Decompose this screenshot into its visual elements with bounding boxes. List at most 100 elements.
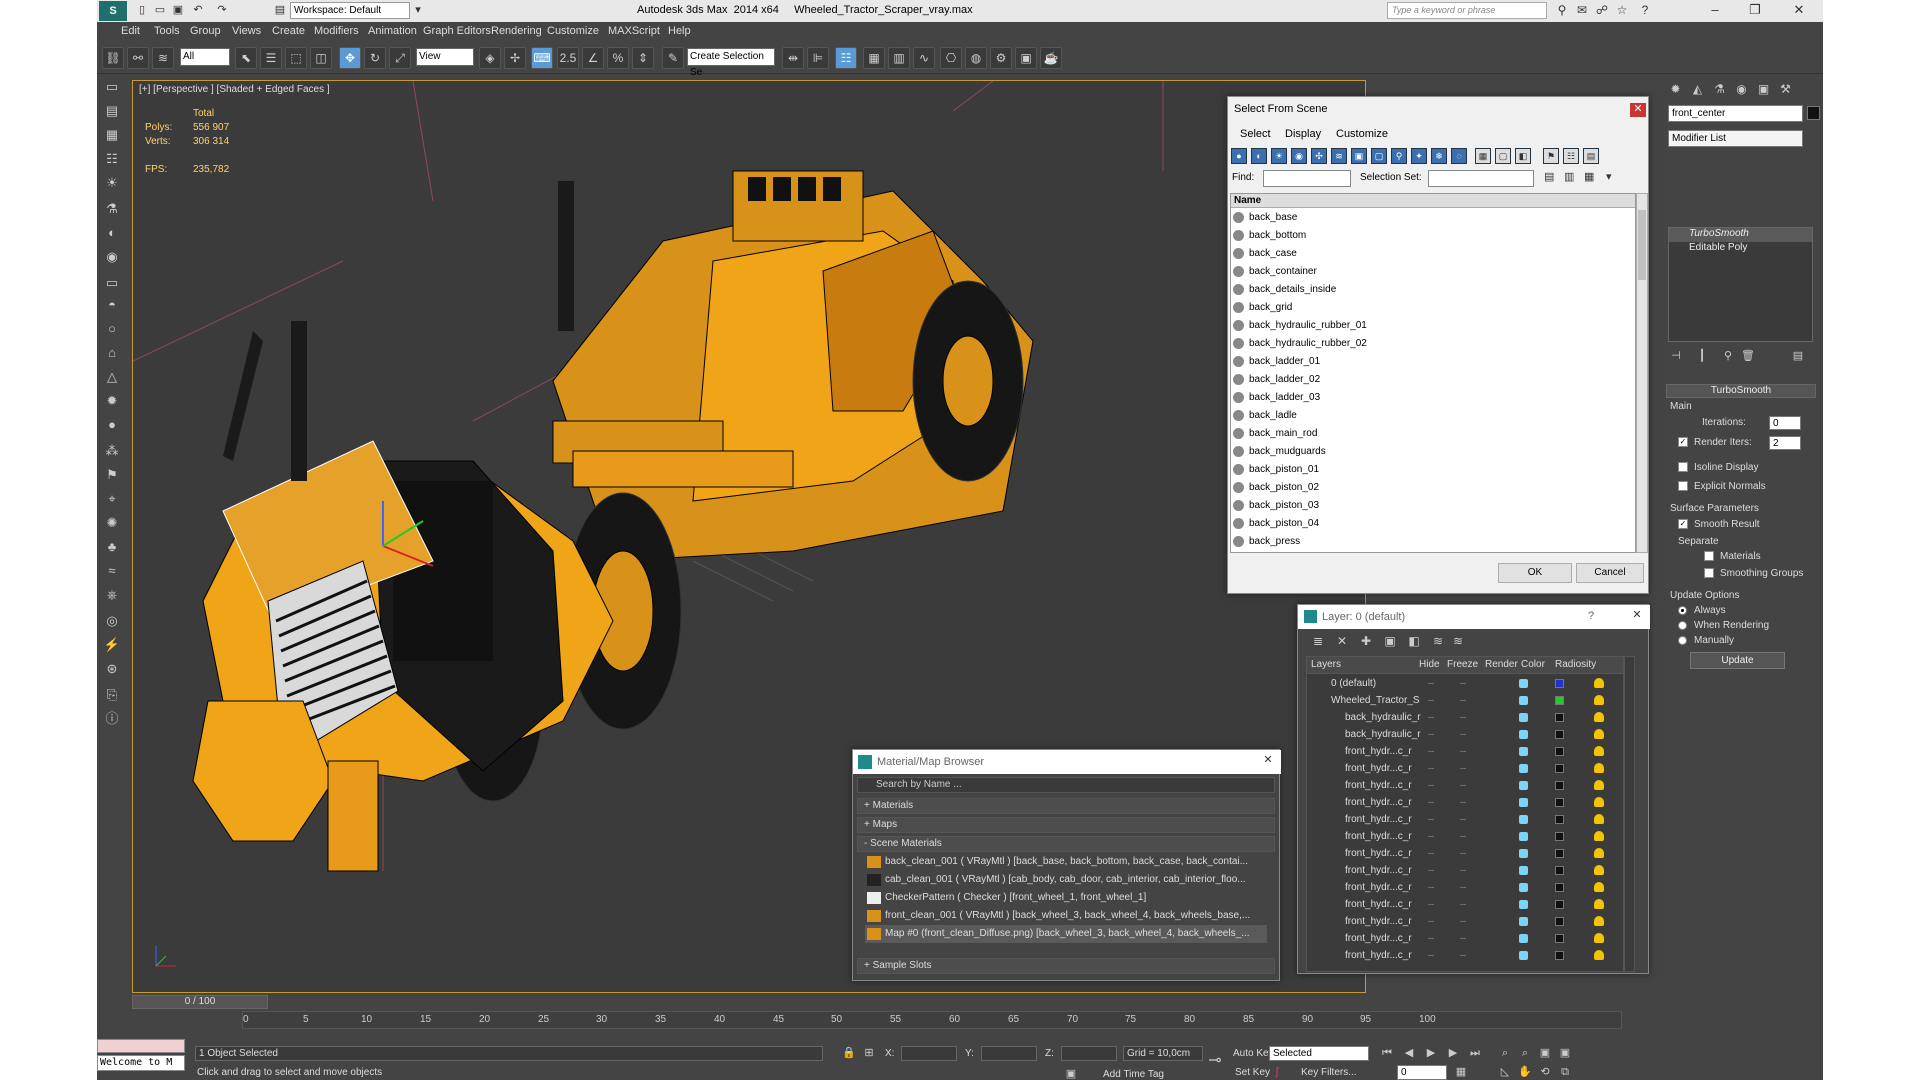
display-xrefs-icon[interactable]: ▢ bbox=[1371, 148, 1387, 164]
render-toggle-icon[interactable] bbox=[1519, 917, 1528, 926]
turbosmooth-rollout-header[interactable]: TurboSmooth bbox=[1666, 384, 1816, 398]
layer-color-swatch[interactable] bbox=[1555, 679, 1564, 688]
display-all-icon[interactable]: ▦ bbox=[1475, 148, 1491, 164]
redo-icon[interactable]: ↷ bbox=[215, 3, 229, 17]
layer-row[interactable]: back_hydraulic_r – – bbox=[1307, 726, 1623, 743]
close-button[interactable]: ✕ bbox=[1781, 0, 1817, 22]
track-bar[interactable]: 0 5 10 15 20 25 30 35 40 45 50 55 60 65 … bbox=[242, 1011, 1622, 1029]
radiosity-toggle-icon[interactable] bbox=[1594, 746, 1604, 756]
time-configuration-icon[interactable]: ▦ bbox=[1453, 1065, 1469, 1080]
window-crossing-icon[interactable]: ◫ bbox=[310, 47, 332, 69]
object-list-item[interactable]: back_case bbox=[1231, 245, 1635, 263]
render-toggle-icon[interactable] bbox=[1519, 934, 1528, 943]
sfs-menu-select[interactable]: Select bbox=[1240, 128, 1271, 140]
render-setup-icon[interactable]: ⚙ bbox=[990, 47, 1012, 69]
percent-snap-icon[interactable]: % bbox=[607, 47, 629, 69]
expand-icon[interactable]: ▾ bbox=[1606, 170, 1612, 183]
isoline-checkbox[interactable] bbox=[1678, 462, 1688, 472]
vray-light-icon[interactable]: ⚡ bbox=[101, 635, 123, 655]
col-layers[interactable]: Layers bbox=[1311, 659, 1341, 670]
viewport-label[interactable]: [+] [Perspective ] [Shaded + Edged Faces… bbox=[139, 84, 330, 95]
display-shapes-icon[interactable]: ◐ bbox=[1251, 148, 1267, 164]
display-bones-icon[interactable]: ⚲ bbox=[1391, 148, 1407, 164]
object-list-item[interactable]: back_piston_03 bbox=[1231, 497, 1635, 515]
lock-selection-icon[interactable]: 🔒 bbox=[841, 1046, 857, 1061]
menu-rendering[interactable]: Rendering bbox=[491, 25, 542, 37]
radiosity-toggle-icon[interactable] bbox=[1594, 848, 1604, 858]
menu-edit[interactable]: Edit bbox=[121, 25, 140, 37]
highlight-layer-icon[interactable]: ◧ bbox=[1406, 633, 1422, 649]
object-name-field[interactable]: front_center bbox=[1668, 105, 1803, 122]
menu-customize[interactable]: Customize bbox=[547, 25, 599, 37]
z-coordinate-field[interactable] bbox=[1061, 1046, 1117, 1061]
maxscript-listener-top[interactable] bbox=[97, 1039, 185, 1053]
menu-views[interactable]: Views bbox=[232, 25, 261, 37]
hide-all-layers-icon[interactable]: ≋ bbox=[1430, 633, 1446, 649]
keyboard-shortcut-override-icon[interactable]: ⌨ bbox=[531, 47, 553, 69]
col-render[interactable]: Render bbox=[1485, 659, 1518, 670]
radiosity-toggle-icon[interactable] bbox=[1594, 729, 1604, 739]
cone-icon[interactable]: ◓ bbox=[101, 295, 123, 315]
hide-toggle-icon[interactable]: – bbox=[1425, 777, 1437, 794]
select-invert-icon[interactable]: ▦ bbox=[1584, 170, 1594, 183]
menu-help[interactable]: Help bbox=[668, 25, 691, 37]
layer-row[interactable]: front_hydr...c_r – – bbox=[1307, 947, 1623, 964]
display-helpers-icon[interactable]: ✣ bbox=[1311, 148, 1327, 164]
hide-toggle-icon[interactable]: – bbox=[1425, 794, 1437, 811]
menu-group[interactable]: Group bbox=[190, 25, 221, 37]
freeze-toggle-icon[interactable]: – bbox=[1457, 930, 1469, 947]
object-list-item[interactable]: back_bottom bbox=[1231, 227, 1635, 245]
scene-material-item[interactable]: cab_clean_001 ( VRayMtl ) [cab_body, cab… bbox=[865, 871, 1267, 889]
freeze-toggle-icon[interactable]: – bbox=[1457, 879, 1469, 896]
go-to-start-icon[interactable]: ⏮ bbox=[1379, 1046, 1395, 1061]
display-groups-icon[interactable]: ▣ bbox=[1351, 148, 1367, 164]
layer-row[interactable]: front_hydr...c_r – – bbox=[1307, 811, 1623, 828]
freeze-toggle-icon[interactable]: – bbox=[1457, 709, 1469, 726]
filter-icon[interactable]: ⚑ bbox=[1543, 148, 1559, 164]
update-button[interactable]: Update bbox=[1690, 652, 1785, 669]
angle-snap-icon[interactable]: ∠ bbox=[582, 47, 604, 69]
radiosity-toggle-icon[interactable] bbox=[1594, 916, 1604, 926]
freeze-toggle-icon[interactable]: – bbox=[1457, 896, 1469, 913]
render-toggle-icon[interactable] bbox=[1519, 815, 1528, 824]
object-list-scrollbar[interactable] bbox=[1636, 193, 1648, 553]
bone-icon[interactable]: ◐ bbox=[101, 223, 123, 243]
dynamics-icon[interactable]: ✺ bbox=[101, 513, 123, 533]
layer-color-swatch[interactable] bbox=[1555, 764, 1564, 773]
display-invert-icon[interactable]: ◧ bbox=[1515, 148, 1531, 164]
scene-materials-section[interactable]: - Scene Materials bbox=[857, 836, 1275, 852]
layer-color-swatch[interactable] bbox=[1555, 883, 1564, 892]
hide-toggle-icon[interactable]: – bbox=[1425, 913, 1437, 930]
object-list-item[interactable]: back_ladle bbox=[1231, 407, 1635, 425]
display-hidden-icon[interactable]: ◌ bbox=[1451, 148, 1467, 164]
select-none-icon[interactable]: ▥ bbox=[1564, 170, 1574, 183]
field-of-view-icon[interactable]: ◺ bbox=[1497, 1065, 1513, 1080]
align-icon[interactable]: ⊫ bbox=[807, 47, 829, 69]
freeze-toggle-icon[interactable]: – bbox=[1457, 692, 1469, 709]
object-list-item[interactable]: back_mudguards bbox=[1231, 443, 1635, 461]
layer-row[interactable]: front_hydr...c_r – – bbox=[1307, 930, 1623, 947]
show-end-result-icon[interactable]: ┃ bbox=[1694, 349, 1710, 364]
bind-space-warp-icon[interactable]: ≋ bbox=[152, 47, 174, 69]
edit-named-selection-icon[interactable]: ✎ bbox=[662, 47, 684, 69]
select-and-scale-icon[interactable]: ⤢ bbox=[389, 47, 411, 69]
communication-icon[interactable]: ☍ bbox=[1594, 3, 1610, 18]
layer-row[interactable]: front_hydr...c_r – – bbox=[1307, 794, 1623, 811]
utilities-tab-icon[interactable]: ⚒ bbox=[1776, 80, 1795, 98]
layer-dialog-close-button[interactable]: ✕ bbox=[1630, 609, 1644, 623]
object-list-item[interactable]: back_main_rod bbox=[1231, 425, 1635, 443]
time-tag-icon[interactable]: ▣ bbox=[1063, 1067, 1079, 1080]
reference-coordinate-dropdown[interactable]: View bbox=[416, 48, 474, 66]
new-file-icon[interactable]: ▯ bbox=[135, 3, 149, 17]
layer-row[interactable]: front_hydr...c_r – – bbox=[1307, 845, 1623, 862]
hair-icon[interactable]: ≈ bbox=[101, 561, 123, 581]
hide-toggle-icon[interactable]: – bbox=[1425, 828, 1437, 845]
select-object-icon[interactable]: ⬉ bbox=[235, 47, 257, 69]
absolute-mode-icon[interactable]: ⊞ bbox=[861, 1046, 877, 1061]
scene-material-item[interactable]: CheckerPattern ( Checker ) [front_wheel_… bbox=[865, 889, 1267, 907]
configure-sets-icon[interactable]: ▤ bbox=[1790, 349, 1806, 364]
menu-graph-editors[interactable]: Graph Editors bbox=[423, 25, 491, 37]
schematic-view-icon[interactable]: ⎔ bbox=[940, 47, 962, 69]
render-toggle-icon[interactable] bbox=[1519, 866, 1528, 875]
make-unique-icon[interactable]: ⚲ bbox=[1720, 349, 1736, 364]
